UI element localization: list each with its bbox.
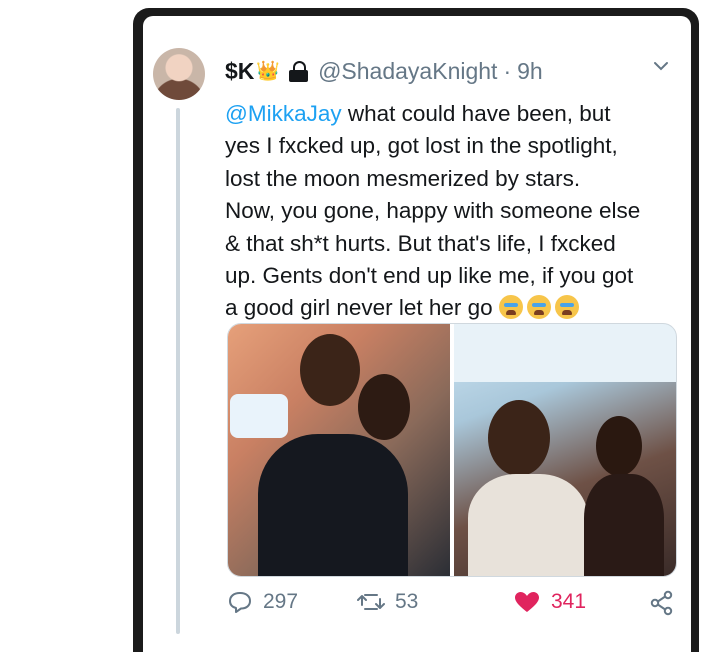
crying-emoji-icon: [554, 295, 579, 320]
tweet-line-4: Now, you gone, happy with someone else: [225, 198, 641, 224]
lock-icon: [289, 60, 309, 82]
person-shirt: [584, 474, 664, 576]
retweet-icon: [357, 590, 385, 614]
separator-dot: ·: [503, 57, 512, 84]
user-handle[interactable]: @ShadayaKnight: [318, 58, 497, 85]
like-button[interactable]: 341: [513, 590, 586, 614]
tweet-line-7: a good girl never let her go: [225, 292, 683, 324]
reply-count: 297: [263, 590, 299, 613]
tweet-line-1: @MikkaJay what could have been, but: [225, 101, 611, 126]
display-name[interactable]: $K: [225, 58, 254, 85]
person-head: [358, 374, 410, 440]
tweet-header: $K 👑 @ShadayaKnight · 9h: [225, 56, 543, 86]
heart-icon: [513, 590, 541, 614]
retweet-button[interactable]: 53: [357, 590, 418, 614]
tweet-line-6: up. Gents don't end up like me, if you g…: [225, 263, 634, 289]
tweet-text: @MikkaJay what could have been, but yes …: [225, 98, 683, 325]
tweet-card[interactable]: $K 👑 @ShadayaKnight · 9h @MikkaJay what …: [143, 16, 691, 652]
photo-right[interactable]: [454, 324, 676, 576]
crying-emoji-icon: [498, 295, 523, 320]
tweet-line-3: lost the moon mesmerized by stars.: [225, 165, 581, 191]
crown-icon: 👑: [256, 61, 281, 82]
avatar[interactable]: [153, 48, 205, 100]
person-shirt: [468, 474, 588, 576]
photo-left[interactable]: [228, 324, 450, 576]
person-head: [488, 400, 550, 476]
person-shirt: [258, 434, 408, 576]
reply-button[interactable]: 297: [227, 590, 298, 614]
like-count: 341: [551, 590, 587, 613]
tweet-line-2: yes I fxcked up, got lost in the spotlig…: [225, 133, 618, 159]
thread-line: [176, 108, 180, 634]
tweet-actions: 297 53 341: [227, 590, 687, 626]
mention-link[interactable]: @MikkaJay: [225, 101, 342, 126]
menu-board: [454, 324, 676, 382]
tweet-line-5: & that sh*t hurts. But that's life, I fx…: [225, 230, 616, 256]
person-head: [300, 334, 360, 406]
crying-emoji-icon: [526, 295, 551, 320]
person-head: [596, 416, 642, 476]
reply-icon: [227, 590, 253, 614]
chevron-down-icon[interactable]: [653, 56, 669, 77]
media-grid: [227, 323, 677, 577]
share-button[interactable]: [649, 590, 685, 616]
bottle: [230, 394, 288, 438]
share-icon: [649, 590, 675, 616]
tweet-timestamp[interactable]: 9h: [517, 58, 543, 85]
retweet-count: 53: [395, 590, 419, 613]
